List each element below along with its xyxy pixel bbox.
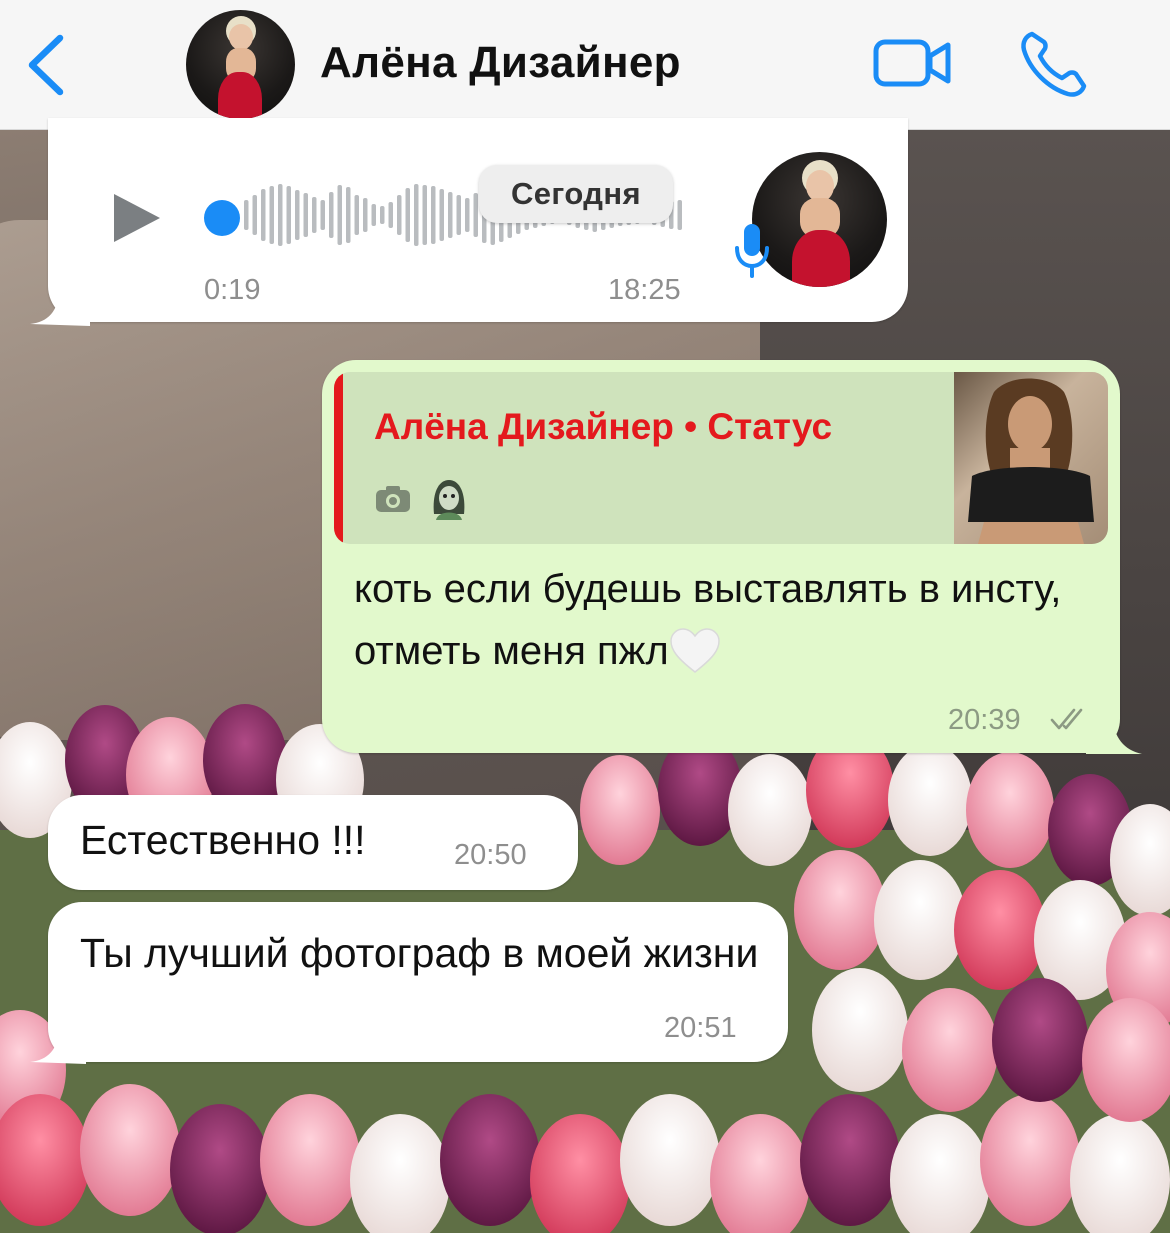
incoming-message-bubble[interactable]: Естественно !!! 20:50 [48,795,578,890]
microphone-icon [735,224,769,278]
status-thumbnail [954,372,1108,544]
status-reply-quote[interactable]: Алёна Дизайнер • Статус [334,372,1108,544]
avatar[interactable] [186,10,295,119]
waveform-bar [380,206,385,224]
waveform-bar [405,188,410,242]
incoming-message-bubble[interactable]: Ты лучший фотограф в моей жизни 20:51 [48,902,788,1062]
waveform-bar [677,200,682,230]
outgoing-message-bubble[interactable]: Алёна Дизайнер • Статус коть если будешь… [322,360,1120,753]
bubble-tail [30,1026,86,1064]
play-icon[interactable] [108,190,164,246]
message-timestamp: 20:51 [664,1012,737,1044]
waveform-bar [465,198,470,232]
message-timestamp: 20:39 [948,704,1021,736]
voice-progress-handle[interactable] [204,200,240,236]
waveform-bar [414,184,419,246]
waveform-bar [473,193,478,237]
voice-timestamp: 18:25 [608,274,681,306]
waveform-bar [371,204,376,226]
phone-icon[interactable] [1018,28,1090,100]
waveform-bar [397,195,402,235]
waveform-bar [422,185,427,245]
bubble-tail [30,288,90,326]
waveform-bar [337,185,342,245]
message-text: Естественно !!! [80,817,366,863]
waveform-bar [346,187,351,243]
waveform-bar [439,189,444,241]
voice-sender-avatar [752,152,887,287]
waveform-bar [244,200,249,230]
message-text: Ты лучший фотограф в моей жизни [80,930,759,976]
waveform-bar [388,202,393,228]
message-text: коть если будешь выставлять в инсту, отм… [354,567,1062,673]
voice-duration: 0:19 [204,274,261,306]
heart-icon [669,628,720,673]
waveform-bar [363,198,368,232]
bubble-tail [1086,716,1142,754]
camera-icon [376,486,410,512]
video-camera-icon[interactable] [872,36,954,90]
waveform-bar [303,193,308,237]
date-chip: Сегодня [479,165,673,223]
chevron-left-icon[interactable] [22,30,72,100]
chat-header: Алёна Дизайнер [0,0,1170,130]
waveform-bar [431,186,436,244]
waveform-bar [278,184,283,246]
waveform-bar [320,200,325,230]
double-check-icon [1050,708,1083,730]
waveform-bar [286,186,291,244]
waveform-bar [329,192,334,238]
waveform-bar [252,195,257,235]
quote-accent-bar [334,372,343,544]
waveform-bar [456,195,461,235]
waveform-bar [354,195,359,235]
contact-name[interactable]: Алёна Дизайнер [320,38,681,88]
waveform-bar [448,192,453,238]
message-timestamp: 20:50 [454,839,527,871]
waveform-bar [295,190,300,240]
waveform-bar [312,197,317,233]
quote-title: Алёна Дизайнер • Статус [374,406,833,447]
waveform-bar [261,189,266,241]
waveform-bar [269,186,274,244]
emoji-icon [433,480,465,520]
